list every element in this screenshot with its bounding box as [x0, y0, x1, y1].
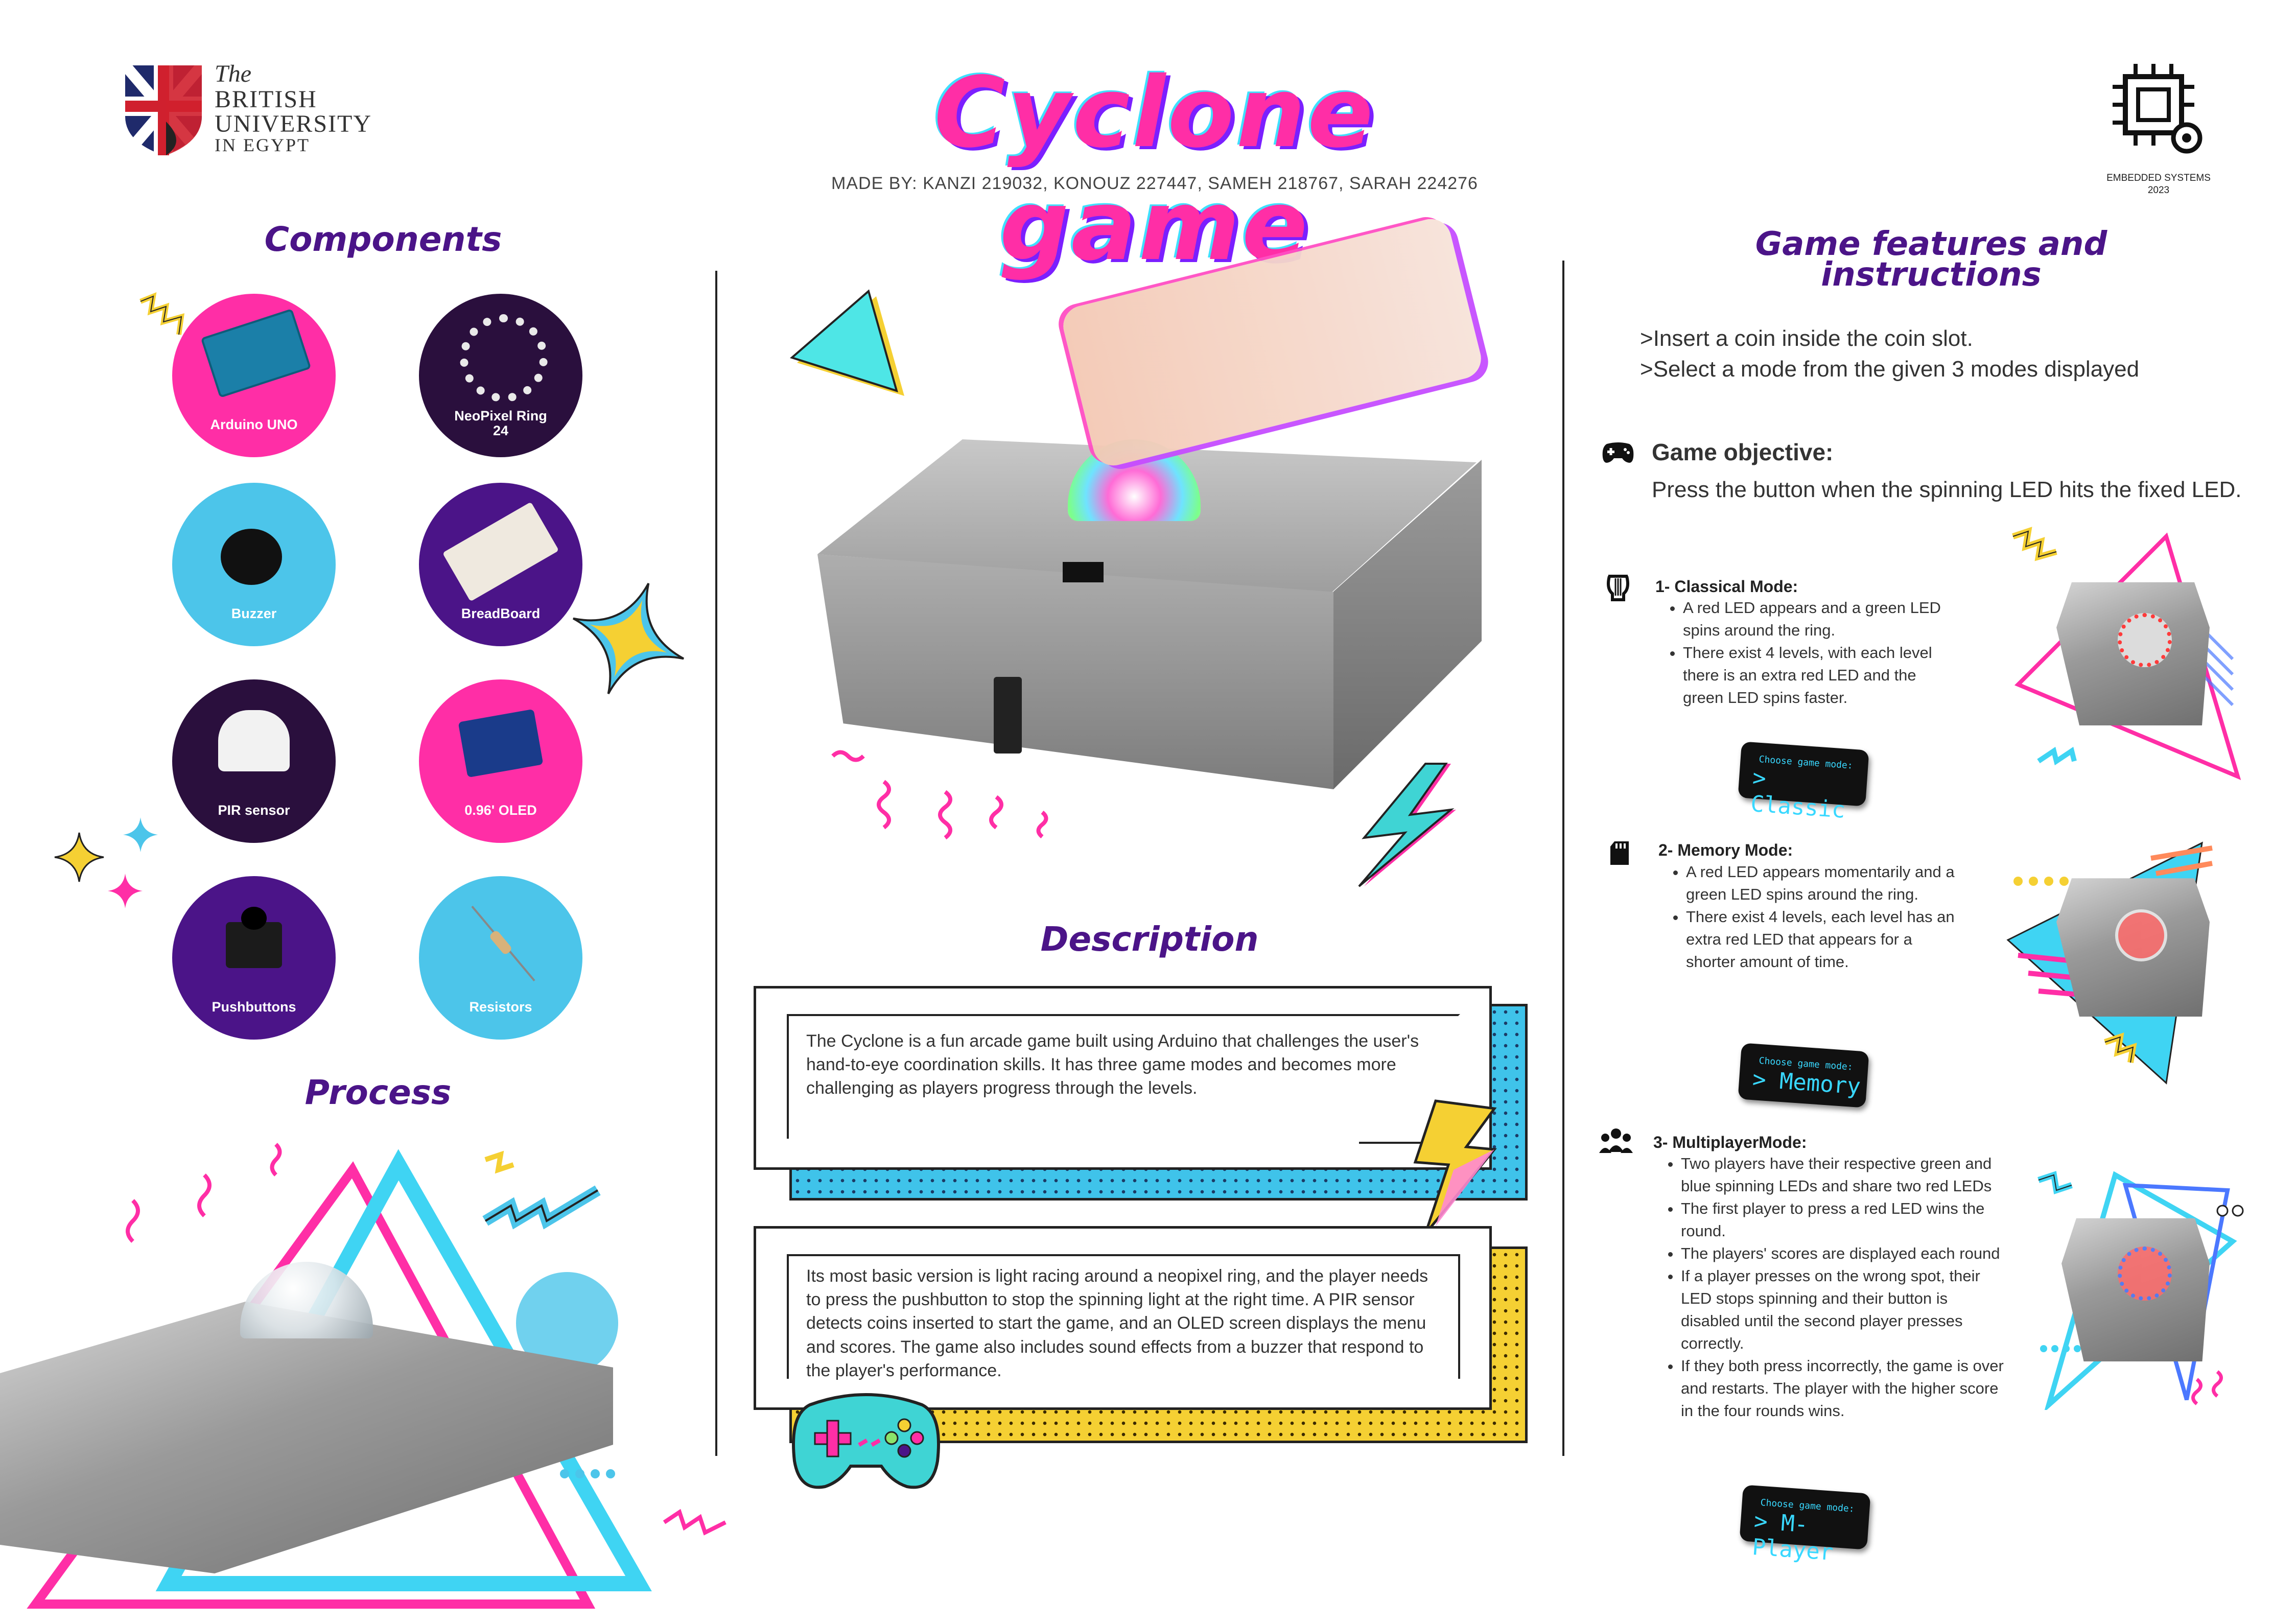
- column-divider-left: [715, 271, 717, 1456]
- triangle-arrow-decoration: [789, 289, 904, 396]
- description-title: Description: [1040, 920, 1259, 959]
- badge-line1: EMBEDDED SYSTEMS: [2106, 173, 2211, 183]
- component-pir-sensor: PIR sensor: [172, 679, 336, 843]
- oled-screen: [1063, 562, 1104, 582]
- squiggles-decoration: [831, 750, 1048, 840]
- features-title-line1: Game features and: [1755, 225, 2107, 263]
- mode-2-bullets: A red LED appears momentarily and a gree…: [1668, 861, 1962, 973]
- component-label: NeoPixel Ring 24: [454, 408, 547, 439]
- component-label: BreadBoard: [461, 606, 541, 622]
- component-oled: 0.96' OLED: [419, 679, 582, 843]
- breadboard-image: [442, 502, 559, 602]
- column-divider-right: [1562, 261, 1564, 1456]
- logo-line-british: BRITISH: [215, 86, 317, 113]
- mode-1-device-photo: [2056, 582, 2210, 725]
- component-label: 0.96' OLED: [464, 803, 537, 818]
- component-label: PIR sensor: [218, 803, 290, 818]
- description-paragraph-2: Its most basic version is light racing a…: [806, 1266, 1428, 1380]
- component-pushbuttons: Pushbuttons: [172, 876, 336, 1040]
- led-ring: [2118, 613, 2172, 667]
- university-logo: The BRITISH UNIVERSITY IN EGYPT: [125, 61, 391, 163]
- mode-3-bullet: If a player presses on the wrong spot, t…: [1681, 1265, 2008, 1355]
- logo-line-university: UNIVERSITY: [215, 110, 372, 137]
- mode-3-device-photo: [2061, 1218, 2210, 1361]
- led-ring: [2118, 1246, 2172, 1301]
- mode-1-bullet: A red LED appears and a green LED spins …: [1683, 597, 1959, 642]
- features-title: Game features and instructions: [1676, 225, 2187, 294]
- description-paragraph-1: The Cyclone is a fun arcade game built u…: [806, 1031, 1419, 1098]
- game-controller-decoration: [792, 1393, 940, 1489]
- mode-3-title: 3- MultiplayerMode:: [1653, 1133, 1807, 1151]
- lyre-icon: [1607, 575, 1629, 601]
- logo-line-egypt: IN EGYPT: [215, 135, 310, 155]
- mode-1-title: 1- Classical Mode:: [1655, 577, 1798, 596]
- oled-mode-label: > M-Player: [1751, 1508, 1835, 1566]
- arduino-board-image: [200, 308, 312, 398]
- component-label: Resistors: [469, 999, 532, 1015]
- sparkle-cross-decoration: [572, 582, 685, 695]
- logo-line-the: The: [215, 60, 251, 87]
- features-title-line2: instructions: [1821, 256, 2042, 294]
- oled-multiplayer-screen: Choose game mode: > M-Player: [1739, 1485, 1871, 1566]
- badge-line2: 2023: [2147, 185, 2170, 196]
- buzzer-image: [221, 529, 282, 585]
- chip-gear-icon: [2113, 64, 2203, 154]
- oled-mode-label: > Classic: [1749, 765, 1846, 823]
- mode-1-bullets: A red LED appears and a green LED spins …: [1665, 597, 1959, 709]
- mode-1-bullet: There exist 4 levels, with each level th…: [1683, 642, 1959, 709]
- component-label: Buzzer: [231, 606, 277, 622]
- sd-card-icon: [1610, 841, 1629, 865]
- mode-3-bullet: The first player to press a red LED wins…: [1681, 1197, 2008, 1242]
- mode-2-bullet: There exist 4 levels, each level has an …: [1686, 906, 1962, 973]
- mode-3-bullets: Two players have their respective green …: [1662, 1152, 2008, 1422]
- lightning-bolt-cyan-decoration: [1358, 763, 1456, 887]
- objective-text: Press the button when the spinning LED h…: [1652, 477, 2242, 502]
- authors-line: MADE BY: KANZI 219032, KONOUZ 227447, SA…: [831, 174, 1478, 193]
- component-buzzer: Buzzer: [172, 483, 336, 646]
- instruction-1: >Insert a coin inside the coin slot.: [1640, 326, 1973, 351]
- led-ring: [2115, 909, 2167, 961]
- union-flag-shield-icon: [125, 65, 202, 155]
- mode-3-bullet: The players' scores are displayed each r…: [1681, 1242, 2008, 1265]
- objective-title: Game objective:: [1652, 439, 1834, 465]
- component-resistors: Resistors: [419, 876, 582, 1040]
- component-neopixel-ring: NeoPixel Ring 24: [419, 294, 582, 457]
- lightning-bolt-yellow-decoration: [1413, 1099, 1497, 1235]
- components-title: Components: [264, 220, 502, 259]
- oled-module-image: [458, 709, 544, 778]
- instruction-2: >Select a mode from the given 3 modes di…: [1640, 357, 2140, 382]
- component-label: Arduino UNO: [210, 417, 298, 433]
- pushbutton-cap: [241, 907, 267, 930]
- mode-2-device-photo: [2056, 878, 2210, 1017]
- resistor-body: [488, 929, 513, 956]
- component-arduino-uno: Arduino UNO: [172, 294, 336, 457]
- neopixel-ring-image: [460, 314, 548, 402]
- mode-3-bullet: If they both press incorrectly, the game…: [1681, 1355, 2008, 1422]
- description-card-1: The Cyclone is a fun arcade game built u…: [754, 986, 1492, 1170]
- pir-sensor-image: [218, 710, 290, 771]
- oled-classic-screen: Choose game mode: > Classic: [1738, 741, 1869, 823]
- component-breadboard: BreadBoard: [419, 483, 582, 646]
- gamepad-icon: [1602, 442, 1634, 463]
- oled-memory-screen: Choose game mode: > Memory: [1738, 1043, 1869, 1108]
- process-title: Process: [304, 1073, 452, 1112]
- embedded-systems-badge: EMBEDDED SYSTEMS 2023: [2074, 61, 2233, 204]
- stars-decoration: [54, 817, 158, 908]
- mode-2-title: 2- Memory Mode:: [1658, 841, 1793, 859]
- component-label: Pushbuttons: [212, 999, 296, 1015]
- mode-2-bullet: A red LED appears momentarily and a gree…: [1686, 861, 1962, 906]
- multiplayer-icon: [1599, 1128, 1633, 1153]
- description-card-2: Its most basic version is light racing a…: [754, 1226, 1492, 1410]
- mode-3-bullet: Two players have their respective green …: [1681, 1152, 2008, 1197]
